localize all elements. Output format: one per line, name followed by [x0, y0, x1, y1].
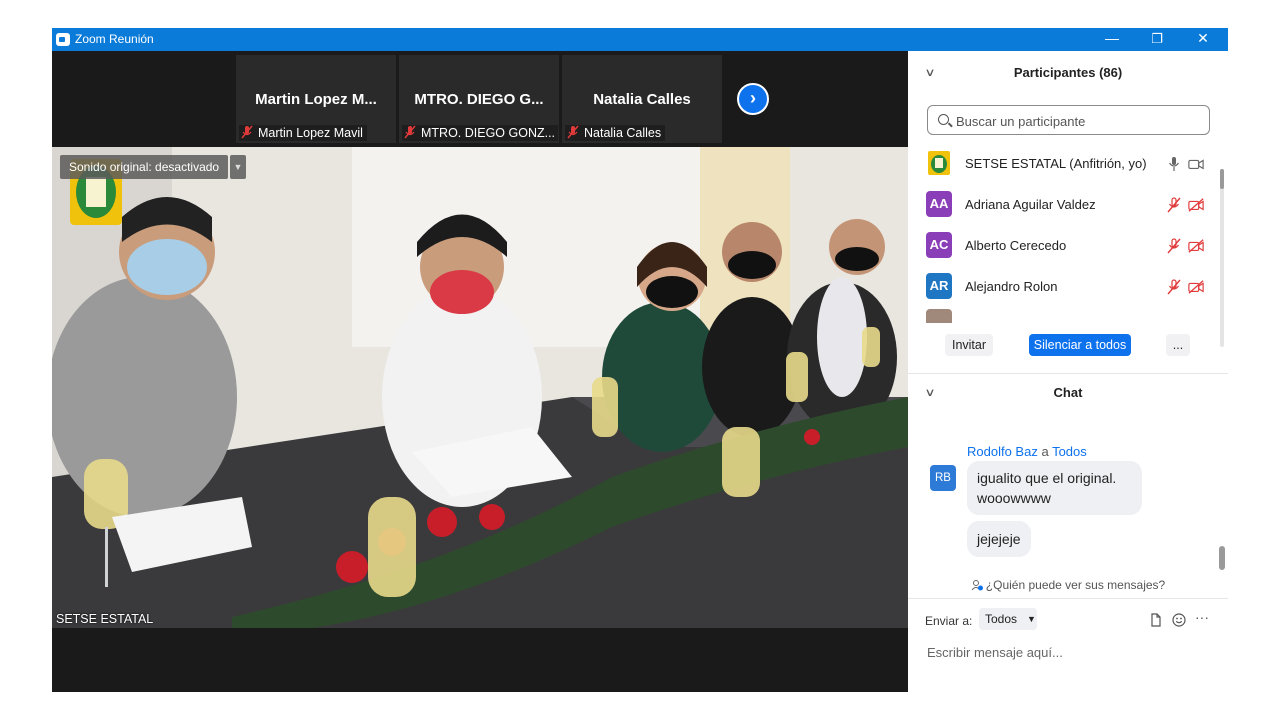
participant-row[interactable] — [908, 307, 1218, 323]
original-sound-toggle[interactable]: Sonido original: desactivado — [60, 155, 229, 179]
chat-sender-name[interactable]: Rodolfo Baz — [967, 444, 1038, 459]
chat-recipient-name[interactable]: Todos — [1052, 444, 1087, 459]
file-icon[interactable] — [1149, 613, 1163, 627]
mute-all-button[interactable]: Silenciar a todos — [1029, 334, 1131, 356]
mic-icon[interactable] — [1166, 156, 1182, 172]
side-panel: ∨ Participantes (86) SETSE ESTATAL (Anfi… — [908, 51, 1228, 692]
title-bar: Zoom Reunión — ❐ ✕ — [52, 28, 1228, 51]
section-divider — [908, 598, 1228, 599]
participant-list: SETSE ESTATAL (Anfitrión, yo) AA Adriana… — [908, 143, 1228, 323]
chat-message: igualito que el original. wooowwww — [967, 461, 1142, 515]
chat-message-input[interactable] — [925, 641, 1219, 663]
tile-display-name: MTRO. DIEGO G... — [414, 91, 544, 108]
more-options-button[interactable]: ... — [1166, 334, 1190, 356]
chevron-down-icon: ▼ — [233, 162, 243, 172]
participant-avatar: AR — [926, 273, 952, 299]
zoom-logo-icon — [56, 33, 70, 46]
participant-avatar: AC — [926, 232, 952, 258]
scroll-thumb[interactable] — [1219, 546, 1225, 570]
mic-muted-icon — [241, 125, 253, 139]
participant-name: Alejandro Rolon — [965, 279, 1058, 294]
participant-row[interactable]: AC Alberto Cerecedo — [908, 225, 1218, 266]
video-off-icon[interactable] — [1188, 279, 1204, 295]
search-icon — [938, 114, 949, 125]
video-tile[interactable]: Natalia Calles Natalia Calles — [562, 55, 722, 143]
active-speaker-name: SETSE ESTATAL — [56, 612, 154, 626]
meeting-scene-image — [52, 147, 908, 628]
send-to-label: Enviar a: — [925, 614, 973, 628]
participants-title: Participantes (86) — [1013, 65, 1123, 80]
main-video-feed[interactable]: Sonido original: desactivado ▼ SETSE EST… — [52, 147, 908, 628]
participant-name: Alberto Cerecedo — [965, 238, 1067, 253]
chat-scrollbar[interactable] — [1219, 446, 1225, 572]
user-info-icon — [971, 580, 983, 591]
participant-row[interactable]: AR Alejandro Rolon — [908, 266, 1218, 307]
close-button[interactable]: ✕ — [1180, 28, 1226, 51]
tile-footer-name: Martin Lopez Mavil — [258, 126, 363, 140]
tile-footer: Natalia Calles — [565, 125, 666, 141]
mic-muted-icon — [567, 125, 579, 139]
window-title: Zoom Reunión — [75, 32, 154, 46]
video-off-icon[interactable] — [1188, 197, 1204, 213]
participants-header: ∨ Participantes (86) — [908, 61, 1228, 85]
tile-footer: Martin Lopez Mavil — [239, 125, 367, 141]
chat-title: Chat — [1053, 385, 1083, 400]
send-to-value: Todos — [985, 612, 1018, 626]
who-can-see-link[interactable]: ¿Quién puede ver sus mensajes? — [908, 578, 1228, 592]
video-camera-icon[interactable] — [1188, 156, 1204, 172]
original-sound-dropdown[interactable]: ▼ — [230, 155, 246, 179]
video-off-icon[interactable] — [1188, 238, 1204, 254]
chat-header: ∨ Chat — [908, 381, 1228, 405]
chevron-right-icon: › — [750, 88, 756, 108]
video-tile[interactable]: Martin Lopez M... Martin Lopez Mavil — [236, 55, 396, 143]
section-divider — [908, 373, 1228, 374]
video-tile[interactable]: MTRO. DIEGO G... MTRO. DIEGO GONZ... — [399, 55, 559, 143]
participant-video-strip: Martin Lopez M... Martin Lopez Mavil MTR… — [236, 55, 724, 143]
chat-message-line: igualito que el original. — [977, 470, 1117, 486]
zoom-window: Zoom Reunión — ❐ ✕ Martin Lopez M... Mar… — [52, 28, 1228, 692]
send-to-dropdown[interactable]: Todos ▼ — [979, 608, 1037, 630]
participant-name: Adriana Aguilar Valdez — [965, 197, 1096, 212]
participant-row[interactable]: SETSE ESTATAL (Anfitrión, yo) — [908, 143, 1218, 184]
mic-muted-icon — [404, 125, 416, 139]
chat-message-line: wooowwww — [977, 490, 1051, 506]
collapse-participants-icon[interactable]: ∨ — [924, 61, 935, 85]
next-page-button[interactable]: › — [737, 83, 769, 115]
chat-message-line: jejejeje — [977, 531, 1021, 547]
chat-message: jejejeje — [967, 521, 1031, 557]
scroll-thumb[interactable] — [1220, 169, 1224, 189]
mic-muted-icon[interactable] — [1166, 238, 1182, 254]
participant-search[interactable] — [927, 105, 1210, 135]
participant-avatar — [926, 309, 952, 323]
participant-search-input[interactable] — [954, 109, 1208, 133]
participant-row[interactable]: AA Adriana Aguilar Valdez — [908, 184, 1218, 225]
restore-button[interactable]: ❐ — [1134, 28, 1180, 51]
participants-scrollbar[interactable] — [1220, 169, 1224, 347]
more-icon[interactable]: ··· — [1195, 609, 1209, 625]
chat-sender-separator: a — [1041, 444, 1049, 459]
host-avatar-logo — [926, 150, 952, 176]
tile-display-name: Martin Lopez M... — [255, 91, 377, 108]
mic-muted-icon[interactable] — [1166, 279, 1182, 295]
video-area: Martin Lopez M... Martin Lopez Mavil MTR… — [52, 51, 908, 692]
minimize-button[interactable]: — — [1089, 28, 1135, 51]
tile-footer: MTRO. DIEGO GONZ... — [402, 125, 558, 141]
collapse-chat-icon[interactable]: ∨ — [924, 381, 935, 405]
invite-button[interactable]: Invitar — [945, 334, 993, 356]
chevron-down-icon: ▼ — [1027, 614, 1036, 624]
mic-muted-icon[interactable] — [1166, 197, 1182, 213]
chat-sender-line: Rodolfo Baz a Todos — [967, 444, 1087, 459]
sender-avatar: RB — [930, 465, 956, 491]
who-can-see-text: ¿Quién puede ver sus mensajes? — [985, 578, 1166, 592]
participant-avatar: AA — [926, 191, 952, 217]
tile-footer-name: Natalia Calles — [584, 126, 662, 140]
tile-display-name: Natalia Calles — [593, 91, 691, 108]
participant-name: SETSE ESTATAL (Anfitrión, yo) — [965, 156, 1147, 171]
emoji-icon[interactable] — [1172, 613, 1186, 627]
tile-footer-name: MTRO. DIEGO GONZ... — [421, 126, 556, 140]
